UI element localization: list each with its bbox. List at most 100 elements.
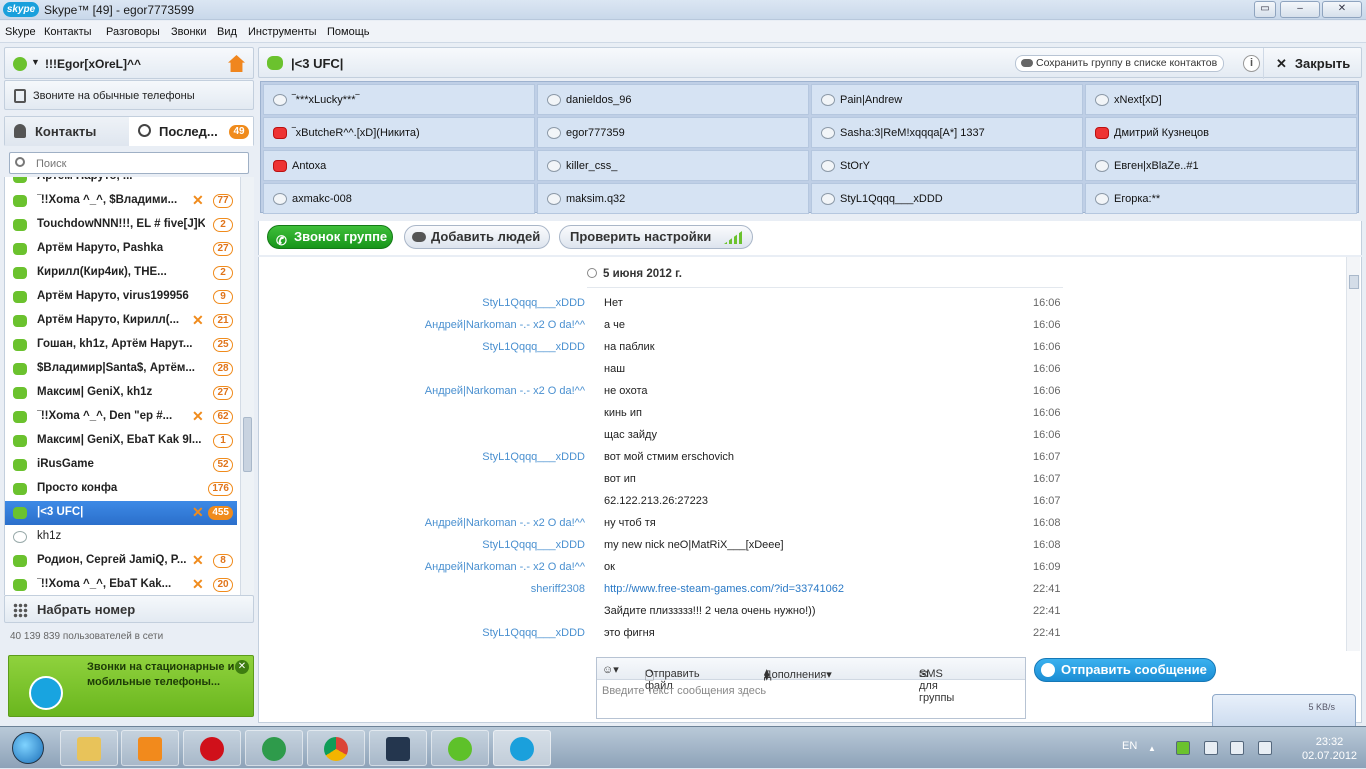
send-message-button[interactable]: Отправить сообщение [1034,658,1216,682]
member-item[interactable]: Евген|xBlaZe..#1 [1085,150,1357,181]
taskbar-opera[interactable] [183,730,241,766]
taskbar-download[interactable] [245,730,303,766]
member-item[interactable]: egor777359 [537,117,809,148]
member-item[interactable]: danieldos_96 [537,84,809,115]
save-group-button[interactable]: Сохранить группу в списке контактов [1015,55,1225,72]
taskbar-kmplayer[interactable] [369,730,427,766]
menu-view[interactable]: Вид [217,26,237,38]
tab-contacts[interactable]: Контакты [5,117,129,146]
message-sender[interactable]: Андрей|Narkoman -.- x2 O da!^^ [425,385,585,397]
contact-list-scrollbar[interactable] [240,177,254,595]
call-phones-button[interactable]: Звоните на обычные телефоны [4,80,254,110]
member-item[interactable]: Antoxa [263,150,535,181]
member-item[interactable]: StyL1Qqqq___xDDD [811,183,1083,214]
member-item[interactable]: ‾***xLucky***‾ [263,84,535,115]
member-item[interactable]: StOrY [811,150,1083,181]
volume-icon[interactable] [1258,741,1272,755]
menu-tools[interactable]: Инструменты [248,26,317,38]
promo-banner[interactable]: Звонки на стационарные и мобильные телеф… [8,655,254,717]
chat-scrollbar[interactable] [1346,257,1360,651]
tab-recent[interactable]: Послед... 49 [129,117,253,146]
contact-item[interactable]: Артём Наруто, virus199956 9 [5,285,237,309]
message-sender[interactable]: StyL1Qqqq___xDDD [482,539,585,551]
online-status-icon[interactable] [13,57,27,71]
emoticon-button[interactable]: ☺▾ [602,663,619,676]
member-item[interactable]: Pain|Andrew [811,84,1083,115]
menu-contacts[interactable]: Контакты [44,26,92,38]
menu-calls[interactable]: Звонки [171,26,207,38]
message-sender[interactable]: StyL1Qqqq___xDDD [482,451,585,463]
menu-skype[interactable]: Skype [5,26,36,38]
title-bar[interactable]: skype Skype™ [49] - egor7773599 ▭ – ✕ [0,0,1366,20]
skype-tray-icon[interactable] [1176,741,1190,755]
taskbar-chrome[interactable] [307,730,365,766]
contact-item[interactable]: Максим| GeniX, kh1z 27 [5,381,237,405]
member-name: StyL1Qqqq___xDDD [840,193,943,205]
member-item[interactable]: ‾xButcheR^^.[xD](Никита) [263,117,535,148]
clock[interactable]: 23:32 02.07.2012 [1302,735,1357,763]
contact-item[interactable]: Кирилл(Кир4ик), ТНЕ... 2 [5,261,237,285]
member-item[interactable]: xNext[xD] [1085,84,1357,115]
check-settings-button[interactable]: Проверить настройки [559,225,753,249]
scrollbar-thumb[interactable] [243,417,252,472]
contact-item[interactable]: Максим| GeniX, EbaT Kak 9l... 1 [5,429,237,453]
contact-item[interactable]: ‾!!Xoma ^_^, $Владими... ✕ 77 [5,189,237,213]
message-sender[interactable]: Андрей|Narkoman -.- x2 O da!^^ [425,319,585,331]
dial-button[interactable]: Набрать номер [4,595,254,623]
member-item[interactable]: Егорка:** [1085,183,1357,214]
tray-expand-icon[interactable]: ▲ [1148,744,1156,753]
search-input[interactable] [36,156,236,171]
contact-item[interactable]: TouchdowNNN!!!, EL # five[J]K... 2 [5,213,237,237]
home-icon[interactable] [228,55,245,72]
contact-item[interactable]: Гошан, kh1z, Артём Нарут... 25 [5,333,237,357]
message-sender[interactable]: Андрей|Narkoman -.- x2 O da!^^ [425,517,585,529]
member-item[interactable]: Дмитрий Кузнецов [1085,117,1357,148]
power-icon[interactable] [1230,741,1244,755]
taskbar-skype[interactable] [493,730,551,766]
profile-bar[interactable]: ▼ !!!Egor[xOreL]^^ [4,47,254,79]
scrollbar-thumb[interactable] [1349,275,1359,289]
close-conversation-button[interactable]: ✕ Закрыть [1263,48,1363,79]
member-item[interactable]: Sasha:3|ReM!xqqqa[A*] 1337 [811,117,1083,148]
contact-item[interactable]: Просто конфа 176 [5,477,237,501]
member-name: Егорка:** [1114,193,1161,205]
message-sender[interactable]: StyL1Qqqq___xDDD [482,627,585,639]
status-dropdown-icon[interactable]: ▼ [31,57,40,67]
menu-conversations[interactable]: Разговоры [106,26,160,38]
taskbar-icq[interactable] [431,730,489,766]
member-item[interactable]: maksim.q32 [537,183,809,214]
start-button[interactable] [4,729,54,767]
contact-item[interactable]: |<3 UFC| ✕ 455 [5,501,237,525]
close-promo-icon[interactable]: ✕ [235,660,249,674]
info-icon[interactable]: i [1243,55,1260,72]
taskbar-media-player[interactable] [121,730,179,766]
message-sender[interactable]: sheriff2308 [531,583,585,595]
call-group-button[interactable]: ✆ Звонок группе [267,225,393,249]
language-indicator[interactable]: EN [1122,740,1137,752]
menu-help[interactable]: Помощь [327,26,370,38]
contact-item[interactable]: ‾!!Xoma ^_^, Den "ep #... ✕ 62 [5,405,237,429]
restore-button[interactable]: ▭ [1254,1,1276,18]
contact-item[interactable]: Артём Наруто, Pashka 27 [5,237,237,261]
network-warning-icon[interactable] [1204,741,1218,755]
message-sender[interactable]: Андрей|Narkoman -.- x2 O da!^^ [425,561,585,573]
contact-item[interactable]: $Владимир|Santa$, Артём... 28 [5,357,237,381]
taskbar-explorer[interactable] [60,730,118,766]
contact-item[interactable]: Родион, Сергей JamiQ, P... ✕ 8 [5,549,237,573]
close-window-button[interactable]: ✕ [1322,1,1362,18]
contact-item[interactable]: ‾!!Xoma ^_^, EbaT Kak... ✕ 20 [5,573,237,595]
search-box[interactable] [9,152,249,174]
add-people-button[interactable]: Добавить людей [404,225,550,249]
contact-item[interactable]: Артём Наруто, Кирилл(... ✕ 21 [5,309,237,333]
message-link[interactable]: http://www.free-steam-games.com/?id=3374… [604,583,844,595]
contact-item[interactable]: Артём Наруто, ... [5,177,237,189]
message-sender[interactable]: StyL1Qqqq___xDDD [482,341,585,353]
minimize-button[interactable]: – [1280,1,1320,18]
contact-item[interactable]: kh1z [5,525,237,549]
message-sender[interactable]: StyL1Qqqq___xDDD [482,297,585,309]
compose-box[interactable]: ☺▾ 🗋 Отправить файл ⧫ Дополнения▾ ✉ SMS … [596,657,1026,719]
message-input[interactable]: Введите текст сообщения здесь [602,685,766,697]
member-item[interactable]: axmakc-008 [263,183,535,214]
member-item[interactable]: killer_css_ [537,150,809,181]
contact-item[interactable]: iRusGame 52 [5,453,237,477]
